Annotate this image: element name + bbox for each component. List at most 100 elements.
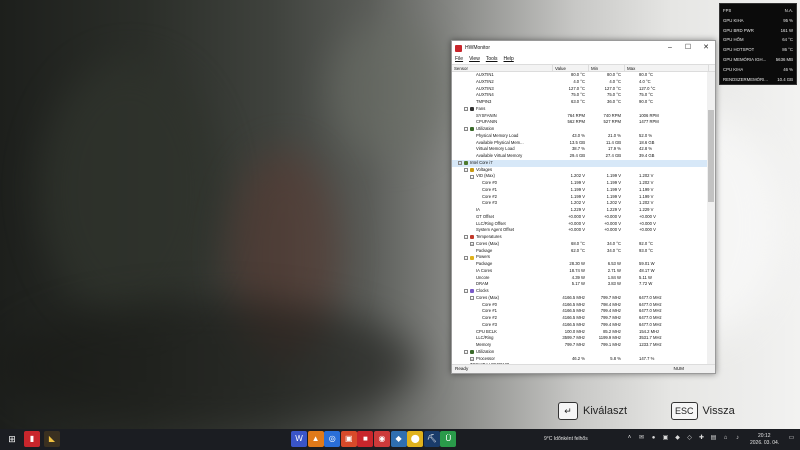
sensor-row[interactable]: - Clocks (452, 288, 709, 295)
sensor-row[interactable]: IA Cores 18.74 W 2.71 W 48.17 W (452, 268, 709, 275)
app-tray-icon[interactable]: ✚ (698, 435, 705, 442)
sensor-row[interactable]: AUXTIN4 75.0 °C 75.0 °C 75.0 °C (452, 92, 709, 99)
pinned-app-icon[interactable]: ◎ (324, 431, 341, 447)
vertical-scrollbar[interactable] (707, 72, 715, 364)
menu-view[interactable]: View (469, 55, 480, 64)
sensor-row[interactable]: Core #2 4166.5 MHz 799.7 MHz 6477.0 MHz (452, 315, 709, 322)
sensor-row[interactable]: Available Physical Mem... 13.5 GB 11.4 GB 1… (452, 140, 709, 147)
app-tray-icon[interactable]: ▤ (710, 435, 717, 442)
sensor-row[interactable]: SYSFANIN 764 RPM 740 RPM 1006 RPM (452, 113, 709, 120)
sensor-row[interactable]: CPU BCLK 100.0 MHz 85.2 MHz 154.2 MHz (452, 329, 709, 336)
collapse-icon[interactable]: - (464, 107, 468, 112)
collapse-icon[interactable]: - (464, 289, 468, 294)
pinned-app-icon[interactable]: ◉ (374, 431, 390, 447)
mail-icon[interactable]: ✉ (638, 435, 645, 442)
sensor-row[interactable]: Package 62.0 °C 34.0 °C 93.0 °C (452, 248, 709, 255)
sensor-row[interactable]: LLC/Ring Offset +0.000 V +0.000 V +0.000 V (452, 221, 709, 228)
collapse-icon[interactable]: - (464, 255, 468, 260)
back-hint[interactable]: ESC Vissza (671, 402, 735, 420)
sensor-row[interactable]: Core #1 4166.5 MHz 799.4 MHz 6477.0 MHz (452, 308, 709, 315)
clock-time[interactable]: 20:12 (758, 433, 771, 439)
pinned-app-icon[interactable]: ▲ (307, 431, 324, 447)
close-button[interactable]: ✕ (697, 41, 715, 55)
volume-icon[interactable]: ♪ (734, 435, 741, 442)
sensor-row[interactable]: - Utilization (452, 349, 709, 356)
sensor-row[interactable]: - VID (Max) 1.202 V 1.199 V 1.202 V (452, 173, 709, 180)
chevron-up-icon[interactable]: ˄ (626, 435, 633, 442)
windows-start-icon[interactable]: ⊞ (4, 431, 20, 447)
hwmonitor-taskbar-icon[interactable]: ▮ (24, 431, 40, 447)
sensor-row[interactable]: LLC/Ring 3599.7 MHz 1199.9 MHz 3531.7 MHz (452, 335, 709, 342)
menu-help[interactable]: Help (504, 55, 514, 64)
sensor-row[interactable]: DRAM 5.17 W 3.83 W 7.72 W (452, 281, 709, 288)
app-tray-icon[interactable]: ● (650, 435, 657, 442)
sensor-row[interactable]: Virtual Memory Load 38.7 % 17.9 % 42.8 % (452, 146, 709, 153)
collapse-icon[interactable]: - (464, 350, 468, 355)
menu-file[interactable]: File (455, 55, 463, 64)
sensor-row[interactable]: Available Virtual Memory 29.4 GB 27.4 GB 39… (452, 153, 709, 160)
expand-icon[interactable]: + (470, 242, 474, 247)
sensor-row[interactable]: System Agent Offset +0.000 V +0.000 V +0.00… (452, 227, 709, 234)
collapse-icon[interactable]: - (470, 296, 474, 301)
sensor-row[interactable]: Physical Memory Load 43.0 % 21.0 % 52.0 % (452, 133, 709, 140)
sensor-row[interactable]: AUXTIN2 4.0 °C 4.0 °C 4.0 °C (452, 79, 709, 86)
column-sensor[interactable]: Sensor (452, 65, 553, 71)
column-value[interactable]: Value (553, 65, 589, 71)
game-taskbar-icon[interactable]: ◣ (44, 431, 60, 447)
sensor-row[interactable]: - Cores (Max) 4166.5 MHz 799.7 MHz 6477.0 MH… (452, 295, 709, 302)
expand-icon[interactable]: + (470, 356, 474, 361)
pinned-app-icon[interactable]: ▣ (340, 431, 357, 447)
collapse-icon[interactable]: - (464, 127, 468, 132)
select-hint[interactable]: ↵ Kiválaszt (558, 402, 627, 420)
app-tray-icon[interactable]: ◆ (674, 435, 681, 442)
gpu-tray-icon[interactable]: ▣ (662, 435, 669, 442)
scrollbar-thumb[interactable] (708, 110, 714, 202)
collapse-icon[interactable]: - (470, 174, 474, 179)
column-max[interactable]: Max (625, 65, 709, 71)
collapse-icon[interactable]: - (464, 167, 468, 172)
collapse-icon[interactable]: - (458, 161, 462, 166)
column-min[interactable]: Min (589, 65, 625, 71)
sensor-row[interactable]: - Utilization (452, 126, 709, 133)
pinned-app-icon[interactable]: ⬤ (407, 431, 424, 447)
sensor-row[interactable]: + Cores (Max) 68.0 °C 34.0 °C 92.0 °C (452, 241, 709, 248)
notification-icon[interactable]: ▭ (788, 435, 795, 442)
sensor-row[interactable]: - Powers (452, 254, 709, 261)
sensor-row[interactable]: Core #1 1.199 V 1.199 V 1.199 V (452, 187, 709, 194)
clock-date[interactable]: 2026. 03. 04. (750, 440, 779, 446)
weather-widget[interactable]: 9°C Időnként felhős (544, 436, 588, 442)
sensor-row[interactable]: Core #0 1.199 V 1.199 V 1.202 V (452, 180, 709, 187)
pinned-app-icon[interactable]: ■ (357, 431, 374, 447)
sensor-row[interactable]: AUXTIN3 127.0 °C 127.0 °C 127.0 °C (452, 86, 709, 93)
sensor-row[interactable]: GT Offset +0.000 V +0.000 V +0.000 V (452, 214, 709, 221)
sensor-tree[interactable]: AUXTIN1 80.0 °C 80.0 °C 80.0 °C AUXTIN2 4.0 °… (452, 72, 709, 364)
pinned-app-icon[interactable]: ◆ (390, 431, 407, 447)
sensor-row[interactable]: AUXTIN1 80.0 °C 80.0 °C 80.0 °C (452, 72, 709, 79)
sensor-row[interactable]: Core #3 1.202 V 1.202 V 1.202 V (452, 200, 709, 207)
minimize-button[interactable]: – (661, 41, 679, 55)
sensor-row[interactable]: - Fans (452, 106, 709, 113)
sensor-row[interactable]: - Voltages (452, 167, 709, 174)
sensor-row[interactable]: CPUFANIN 562 RPM 527 RPM 1477 RPM (452, 119, 709, 126)
sensor-row[interactable]: - Temperatures (452, 234, 709, 241)
menu-tools[interactable]: Tools (486, 55, 498, 64)
pinned-app-icon[interactable]: Ü (440, 431, 457, 447)
sensor-row[interactable]: Package 28.30 W 6.53 W 59.01 W (452, 261, 709, 268)
sensor-row[interactable]: Memory 799.7 MHz 799.1 MHz 1233.7 MHz (452, 342, 709, 349)
network-icon[interactable]: ⌂ (722, 435, 729, 442)
app-tray-icon[interactable]: ◇ (686, 435, 693, 442)
pinned-app-icon[interactable]: ⛏ (423, 431, 440, 447)
hwmonitor-window[interactable]: HWMonitor – ☐ ✕ File View Tools Help Sen… (451, 40, 716, 374)
sensor-row[interactable]: Core #0 4166.5 MHz 798.4 MHz 6477.0 MHz (452, 302, 709, 309)
sensor-row[interactable]: + Processor 46.2 % 5.8 % 147.7 % (452, 356, 709, 363)
maximize-button[interactable]: ☐ (679, 41, 697, 55)
sensor-row[interactable]: Core #2 1.199 V 1.199 V 1.199 V (452, 194, 709, 201)
collapse-icon[interactable]: - (464, 235, 468, 240)
sensor-row[interactable]: TMPIN3 63.0 °C 36.0 °C 90.0 °C (452, 99, 709, 106)
sensor-row[interactable]: Uncore 4.39 W 1.84 W 5.11 W (452, 275, 709, 282)
window-titlebar[interactable]: HWMonitor – ☐ ✕ (452, 41, 715, 55)
pinned-app-icon[interactable]: W (291, 431, 307, 447)
sensor-row[interactable]: - Intel Core i7 (452, 159, 709, 167)
sensor-row[interactable]: IA 1.229 V 1.229 V 1.229 V (452, 207, 709, 214)
sensor-row[interactable]: Core #3 4166.5 MHz 799.4 MHz 6477.0 MHz (452, 322, 709, 329)
